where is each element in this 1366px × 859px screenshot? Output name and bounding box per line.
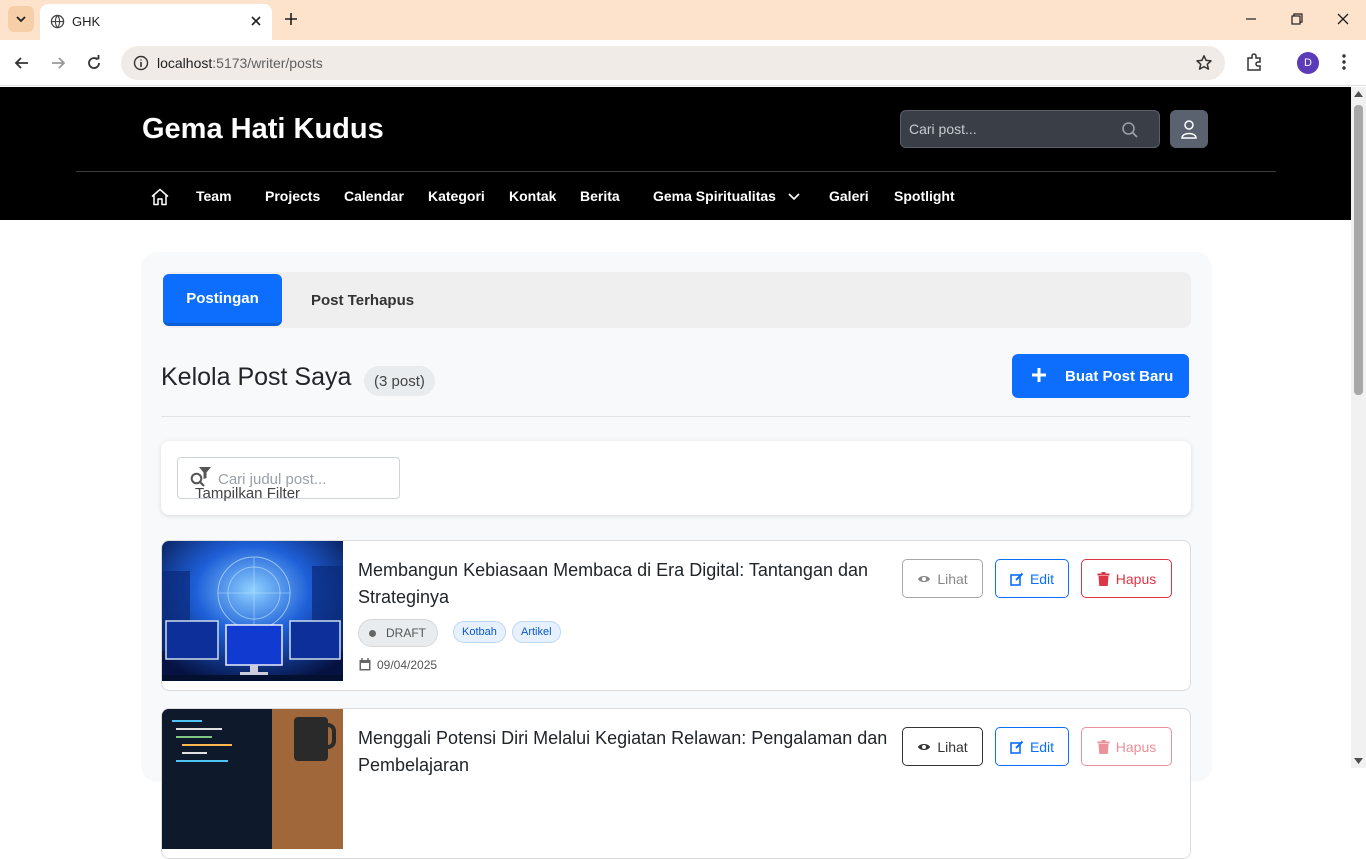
site-search-input[interactable]: Cari post... — [900, 110, 1160, 148]
category-tag: Artikel — [512, 621, 561, 643]
post-title[interactable]: Menggali Potensi Diri Melalui Kegiatan R… — [358, 725, 898, 779]
post-card: Menggali Potensi Diri Melalui Kegiatan R… — [161, 708, 1191, 859]
forward-arrow-icon[interactable] — [49, 54, 67, 72]
reload-icon[interactable] — [85, 54, 103, 72]
eye-icon — [918, 743, 931, 750]
main-nav: Team Projects Calendar Kategori Kontak B… — [0, 172, 1351, 220]
url-text: localhost:5173/writer/posts — [157, 55, 323, 71]
edit-label: Edit — [1029, 570, 1055, 587]
post-date: 09/04/2025 — [377, 658, 438, 672]
page-title: Kelola Post Saya — [161, 363, 352, 391]
bookmark-star-icon[interactable] — [1195, 54, 1213, 72]
new-post-label: Buat Post Baru — [1065, 368, 1174, 385]
plus-icon — [1032, 368, 1046, 382]
browser-tabstrip: GHK — [0, 0, 1366, 40]
browser-toolbar: localhost:5173/writer/posts D — [0, 40, 1366, 86]
filter-funnel-icon[interactable] — [198, 466, 212, 480]
tab-post-terhapus[interactable]: Post Terhapus — [311, 292, 414, 309]
view-button[interactable]: Lihat — [902, 727, 983, 766]
nav-item-projects[interactable]: Projects — [265, 188, 320, 204]
address-bar[interactable]: localhost:5173/writer/posts — [121, 46, 1225, 80]
eye-icon — [918, 575, 931, 582]
edit-icon — [1010, 740, 1024, 754]
nav-item-spotlight[interactable]: Spotlight — [894, 188, 955, 204]
page-scrollbar[interactable] — [1351, 87, 1366, 768]
close-icon[interactable] — [248, 13, 264, 29]
site-brand[interactable]: Gema Hati Kudus — [142, 113, 384, 146]
info-icon[interactable] — [133, 55, 149, 71]
browser-tab[interactable]: GHK — [40, 4, 272, 40]
more-vertical-icon[interactable] — [1336, 53, 1352, 71]
nav-item-kontak[interactable]: Kontak — [509, 188, 556, 204]
post-search-input[interactable]: Cari judul post... Tampilkan Filter — [177, 457, 400, 502]
edit-button[interactable]: Edit — [995, 727, 1069, 766]
view-label: Lihat — [937, 570, 968, 587]
filter-card: Cari judul post... Tampilkan Filter — [161, 441, 1191, 515]
site-header: Gema Hati Kudus Cari post... Team Projec… — [0, 87, 1351, 220]
restore-icon[interactable] — [1290, 12, 1304, 26]
trash-icon — [1097, 739, 1110, 754]
chevron-down-icon — [16, 16, 26, 23]
show-filter-toggle[interactable]: Tampilkan Filter — [195, 485, 300, 502]
scroll-down-arrow-icon[interactable] — [1354, 758, 1363, 764]
close-window-icon[interactable] — [1336, 12, 1350, 26]
globe-icon — [50, 14, 65, 29]
calendar-icon — [359, 658, 371, 671]
nav-item-team[interactable]: Team — [196, 188, 232, 204]
home-icon[interactable] — [150, 187, 170, 207]
delete-label: Hapus — [1115, 570, 1157, 587]
status-dot — [369, 629, 376, 637]
extensions-puzzle-icon[interactable] — [1244, 52, 1264, 72]
post-thumbnail — [162, 541, 343, 681]
scroll-up-arrow-icon[interactable] — [1354, 91, 1363, 97]
content-panel — [141, 252, 1212, 782]
delete-label: Hapus — [1115, 738, 1157, 755]
post-card: Membangun Kebiasaan Membaca di Era Digit… — [161, 540, 1191, 691]
scroll-thumb[interactable] — [1354, 105, 1363, 395]
delete-button[interactable]: Hapus — [1081, 559, 1172, 598]
delete-button[interactable]: Hapus — [1081, 727, 1172, 766]
minimize-icon[interactable] — [1244, 12, 1258, 26]
status-badge: DRAFT — [358, 619, 438, 647]
new-post-button[interactable]: Buat Post Baru — [1012, 354, 1189, 398]
edit-button[interactable]: Edit — [995, 559, 1069, 598]
trash-icon — [1097, 571, 1110, 586]
edit-icon — [1010, 572, 1024, 586]
back-arrow-icon[interactable] — [13, 54, 31, 72]
nav-item-galeri[interactable]: Galeri — [829, 188, 869, 204]
search-icon[interactable] — [1121, 121, 1139, 139]
view-button[interactable]: Lihat — [902, 559, 983, 598]
post-thumbnail — [162, 709, 343, 849]
user-account-button[interactable] — [1170, 110, 1208, 148]
nav-item-calendar[interactable]: Calendar — [344, 188, 404, 204]
plus-icon[interactable] — [283, 11, 299, 27]
chevron-down-icon[interactable] — [787, 189, 801, 203]
status-label: DRAFT — [386, 626, 426, 640]
post-count-badge: (3 post) — [364, 366, 435, 396]
nav-item-berita[interactable]: Berita — [580, 188, 620, 204]
title-divider — [161, 416, 1191, 417]
site-search-placeholder: Cari post... — [909, 121, 977, 137]
tab-title: GHK — [72, 14, 101, 29]
tab-search-button[interactable] — [8, 6, 34, 32]
edit-label: Edit — [1029, 738, 1055, 755]
post-title[interactable]: Membangun Kebiasaan Membaca di Era Digit… — [358, 557, 898, 611]
user-icon — [1181, 120, 1197, 139]
tab-postingan[interactable]: Postingan — [163, 274, 282, 326]
category-tag: Kotbah — [453, 621, 506, 643]
profile-avatar[interactable]: D — [1297, 52, 1319, 74]
nav-item-kategori[interactable]: Kategori — [428, 188, 485, 204]
view-label: Lihat — [937, 738, 968, 755]
nav-item-gema-spiritualitas[interactable]: Gema Spiritualitas — [653, 188, 776, 204]
